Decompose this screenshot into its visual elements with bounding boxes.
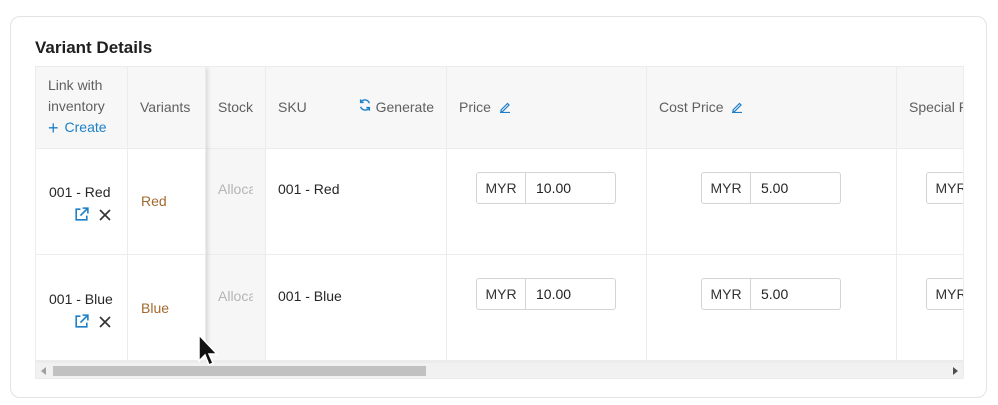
cost-price-input[interactable] (751, 172, 841, 204)
header-stock-label: Stock (218, 99, 254, 115)
cost-price-input[interactable] (751, 278, 841, 310)
table-row: MYR (897, 149, 963, 255)
table-row: Blue (128, 255, 205, 361)
header-link-line1: Link with (48, 77, 103, 93)
create-label: Create (64, 119, 107, 135)
table-row: 001 - Blue (36, 255, 127, 361)
column-link-inventory: Link with inventory + Create 001 - Red 0… (36, 67, 128, 361)
special-currency: MYR (926, 278, 963, 310)
column-stock: Stock Allocate Allocate (206, 67, 266, 361)
table-row: MYR (647, 255, 896, 361)
table-row: 001 - Blue (266, 255, 446, 361)
header-cost-price-label: Cost Price (659, 99, 724, 115)
variants-table: Link with inventory + Create 001 - Red 0… (35, 66, 964, 362)
header-link-line2: inventory (48, 98, 105, 114)
scrollbar-thumb[interactable] (53, 366, 426, 376)
inventory-name: 001 - Blue (49, 291, 113, 307)
price-input[interactable] (526, 172, 616, 204)
cost-currency: MYR (701, 172, 751, 204)
cost-price-field: MYR (701, 278, 841, 310)
header-price-label: Price (459, 99, 491, 115)
column-special-price: Special Price MYR MYR (897, 67, 963, 361)
external-link-icon[interactable] (73, 313, 90, 330)
sku-value: 001 - Red (278, 181, 340, 197)
table-row: 001 - Red (36, 149, 127, 255)
header-link-inventory: Link with inventory + Create (36, 67, 127, 149)
cost-price-field: MYR (701, 172, 841, 204)
header-cost-price: Cost Price (647, 67, 896, 149)
price-input[interactable] (526, 278, 616, 310)
external-link-icon[interactable] (73, 206, 90, 223)
column-variants: Variants Red Blue (128, 67, 206, 361)
header-sku: SKU Generate (266, 67, 446, 149)
price-currency: MYR (476, 278, 526, 310)
column-sku: SKU Generate 001 - Red 001 - Blue (266, 67, 447, 361)
table-row: MYR (447, 149, 646, 255)
generate-label: Generate (375, 98, 434, 115)
table-row: MYR (447, 255, 646, 361)
variant-name: Red (141, 193, 167, 209)
header-special-price-label: Special Price (909, 99, 963, 115)
header-variants: Variants (128, 67, 205, 149)
inventory-name: 001 - Red (49, 184, 111, 200)
variant-name: Blue (141, 300, 170, 316)
column-cost-price: Cost Price MYR MYR (647, 67, 897, 361)
create-inventory-link[interactable]: + Create (48, 117, 107, 138)
pencil-icon[interactable] (499, 100, 511, 114)
plus-icon: + (48, 117, 59, 138)
special-price-field: MYR (926, 172, 963, 204)
horizontal-scrollbar[interactable] (35, 362, 964, 379)
sku-value: 001 - Blue (278, 288, 342, 304)
cost-currency: MYR (701, 278, 751, 310)
section-title: Variant Details (35, 38, 153, 57)
mouse-cursor-icon (198, 333, 220, 373)
price-field: MYR (476, 172, 616, 204)
scroll-left-arrow-icon[interactable] (41, 367, 46, 375)
table-row: MYR (647, 149, 896, 255)
special-price-field: MYR (926, 278, 963, 310)
table-row: Red (128, 149, 205, 255)
price-currency: MYR (476, 172, 526, 204)
scroll-right-arrow-icon[interactable] (953, 367, 958, 375)
close-icon[interactable] (98, 315, 112, 329)
generate-sku-button[interactable]: Generate (358, 98, 434, 115)
header-variants-label: Variants (140, 99, 191, 115)
pencil-icon[interactable] (731, 100, 743, 114)
variant-details-card: Variant Details Link with inventory + Cr… (10, 16, 987, 398)
header-sku-label: SKU (278, 99, 307, 115)
column-price: Price MYR MYR (447, 67, 647, 361)
stock-allocate-link[interactable]: Allocate (218, 181, 253, 197)
table-row: MYR (897, 255, 963, 361)
table-row: Allocate (206, 149, 265, 255)
header-price: Price (447, 67, 646, 149)
header-stock: Stock (206, 67, 265, 149)
close-icon[interactable] (98, 208, 112, 222)
refresh-icon (358, 98, 372, 115)
price-field: MYR (476, 278, 616, 310)
special-currency: MYR (926, 172, 963, 204)
stock-allocate-link[interactable]: Allocate (218, 288, 253, 304)
header-special-price: Special Price (897, 67, 963, 149)
table-row: 001 - Red (266, 149, 446, 255)
